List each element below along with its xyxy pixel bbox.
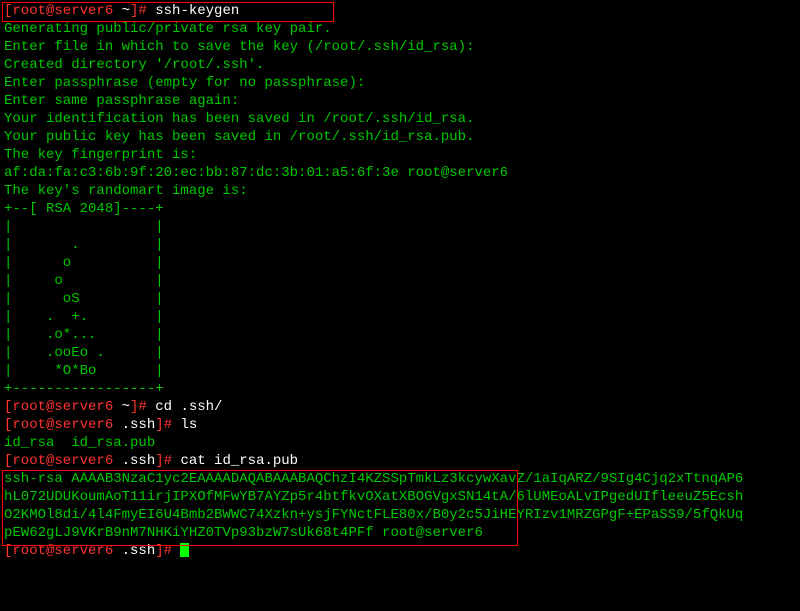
command-text: ssh-keygen [155, 3, 239, 19]
output-line: hL072UDUKoumAoT11irjIPXOfMFwYB7AYZp5r4bt… [4, 488, 796, 506]
command-text: cat id_rsa.pub [180, 453, 298, 469]
prompt-line: [root@server6 ~]# cd .ssh/ [4, 398, 796, 416]
prompt-userhost: [root@server6 [4, 3, 122, 19]
output-line: ssh-rsa AAAAB3NzaC1yc2EAAAADAQABAAABAQCh… [4, 470, 796, 488]
randomart-line: | . +. | [4, 308, 796, 326]
output-line: af:da:fa:c3:6b:9f:20:ec:bb:87:dc:3b:01:a… [4, 164, 796, 182]
randomart-line: | oS | [4, 290, 796, 308]
output-line: Enter same passphrase again: [4, 92, 796, 110]
prompt-cwd: ~ [122, 399, 130, 415]
output-line: Generating public/private rsa key pair. [4, 20, 796, 38]
randomart-line: | .o*... | [4, 326, 796, 344]
output-line: The key fingerprint is: [4, 146, 796, 164]
prompt-end: ]# [155, 543, 180, 559]
prompt-userhost: [root@server6 [4, 417, 122, 433]
prompt-end: ]# [155, 417, 180, 433]
prompt-userhost: [root@server6 [4, 453, 122, 469]
output-line: Your identification has been saved in /r… [4, 110, 796, 128]
prompt-end: ]# [155, 453, 180, 469]
prompt-end: ]# [130, 399, 155, 415]
prompt-end: ]# [130, 3, 155, 19]
command-text: ls [180, 417, 197, 433]
randomart-line: | o | [4, 272, 796, 290]
randomart-line: +-----------------+ [4, 380, 796, 398]
prompt-line: [root@server6 .ssh]# [4, 542, 796, 560]
output-line: Enter file in which to save the key (/ro… [4, 38, 796, 56]
prompt-cwd: .ssh [122, 417, 156, 433]
prompt-userhost: [root@server6 [4, 399, 122, 415]
randomart-line: +--[ RSA 2048]----+ [4, 200, 796, 218]
command-text: cd .ssh/ [155, 399, 222, 415]
prompt-cwd: .ssh [122, 543, 156, 559]
output-line: pEW62gLJ9VKrB9nM7NHKiYHZ0TVp93bzW7sUk68t… [4, 524, 796, 542]
terminal-output[interactable]: [root@server6 ~]# ssh-keygen Generating … [4, 2, 796, 560]
cursor-icon [180, 543, 189, 557]
randomart-line: | . | [4, 236, 796, 254]
output-line: The key's randomart image is: [4, 182, 796, 200]
randomart-line: | o | [4, 254, 796, 272]
output-line: O2KMOl8di/4l4FmyEI6U4Bmb2BWWC74Xzkn+ysjF… [4, 506, 796, 524]
prompt-cwd: ~ [122, 3, 130, 19]
prompt-userhost: [root@server6 [4, 543, 122, 559]
output-line: Your public key has been saved in /root/… [4, 128, 796, 146]
prompt-line: [root@server6 .ssh]# ls [4, 416, 796, 434]
output-line: Enter passphrase (empty for no passphras… [4, 74, 796, 92]
output-line: id_rsa id_rsa.pub [4, 434, 796, 452]
randomart-line: | *O*Bo | [4, 362, 796, 380]
output-line: Created directory '/root/.ssh'. [4, 56, 796, 74]
randomart-line: | .ooEo . | [4, 344, 796, 362]
prompt-line: [root@server6 ~]# ssh-keygen [4, 2, 796, 20]
prompt-cwd: .ssh [122, 453, 156, 469]
randomart-line: | | [4, 218, 796, 236]
prompt-line: [root@server6 .ssh]# cat id_rsa.pub [4, 452, 796, 470]
